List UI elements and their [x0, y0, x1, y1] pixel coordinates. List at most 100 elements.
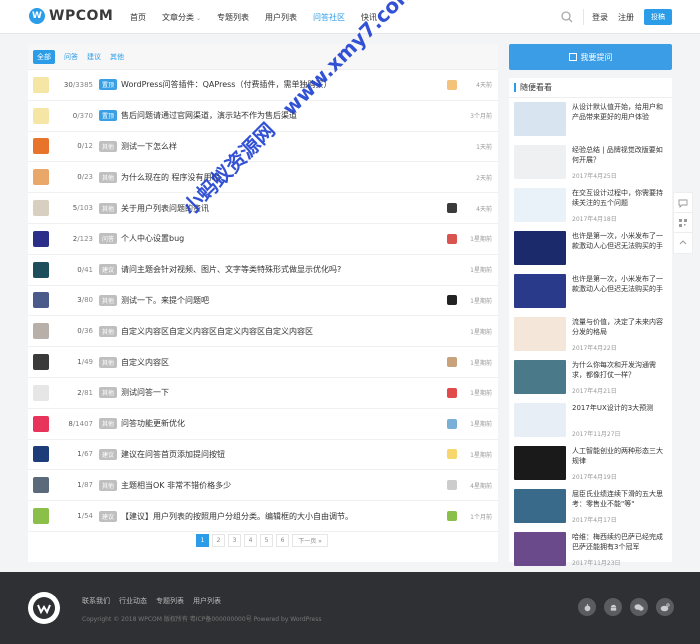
- last-reply-avatar[interactable]: [447, 203, 457, 214]
- question-row[interactable]: 1/49 其他 自定义内容区 1星期前: [28, 347, 498, 378]
- post-thumbnail[interactable]: [514, 446, 566, 480]
- question-title[interactable]: 建议在问答首页添加提问按钮: [121, 449, 225, 460]
- nav-item[interactable]: 用户列表: [265, 12, 297, 23]
- last-reply-avatar[interactable]: [447, 511, 457, 522]
- question-row[interactable]: 0/370 置顶 售后问题请通过官网渠道，演示站不作为售后渠道 3个月前: [28, 101, 498, 132]
- question-row[interactable]: 0/41 建议 请问主题会针对视频、图片、文字等类特殊形式做显示优化吗? 1星期前: [28, 255, 498, 286]
- submit-post-button[interactable]: 投稿: [644, 9, 672, 25]
- category-tag[interactable]: 其他: [99, 140, 118, 152]
- footer-link[interactable]: 联系我们: [82, 596, 110, 606]
- site-logo[interactable]: W WPCOM: [29, 8, 113, 24]
- post-title[interactable]: 在交互设计过程中，你需要持续关注的五个问题: [572, 188, 667, 208]
- qrcode-icon[interactable]: [674, 213, 692, 233]
- side-post-item[interactable]: 也许是第一次，小米发布了一款激动人心但迟无法购买的手机: [509, 270, 672, 313]
- tab[interactable]: 全部: [33, 49, 55, 64]
- category-tag[interactable]: 其他: [99, 171, 118, 183]
- side-post-item[interactable]: 2017年UX设计的3大预测 2017年11月27日: [509, 399, 672, 442]
- question-title[interactable]: 测试一下怎么样: [121, 141, 177, 152]
- ask-question-button[interactable]: 我要提问: [509, 44, 672, 70]
- avatar[interactable]: [33, 446, 49, 463]
- post-title[interactable]: 为什么你每次和开发沟通需求，都像打仗一样？: [572, 360, 667, 380]
- apple-icon[interactable]: [578, 598, 596, 616]
- category-tag[interactable]: 建议: [99, 510, 118, 522]
- next-page-button[interactable]: 下一页 »: [292, 534, 328, 547]
- last-reply-avatar[interactable]: [447, 449, 457, 460]
- nav-item[interactable]: 文章分类 ⌄: [162, 12, 201, 23]
- side-post-item[interactable]: 流量与价值，决定了未来内容分发的格局 2017年4月22日: [509, 313, 672, 356]
- category-tag[interactable]: 其他: [99, 202, 118, 214]
- side-post-item[interactable]: 为什么你每次和开发沟通需求，都像打仗一样？ 2017年4月21日: [509, 356, 672, 399]
- question-row[interactable]: 30/3385 置顶 WordPress问答插件：QAPress（付费插件，需单独购…: [28, 70, 498, 101]
- post-title[interactable]: 屈臣氏业绩连续下滑的五大思考：零售业不能"等": [572, 489, 667, 509]
- question-title[interactable]: 主题相当OK 非常不错价格多少: [121, 480, 231, 491]
- question-title[interactable]: 【建议】用户列表的按照用户分组分类。编辑框的大小自由调节。: [121, 511, 353, 522]
- post-title[interactable]: 2017年UX设计的3大预测: [572, 403, 653, 413]
- question-title[interactable]: 自定义内容区自定义内容区自定义内容区自定义内容区: [121, 326, 313, 337]
- last-reply-avatar[interactable]: [447, 233, 457, 244]
- question-row[interactable]: 1/54 建议 【建议】用户列表的按照用户分组分类。编辑框的大小自由调节。 1个月前: [28, 501, 498, 532]
- question-row[interactable]: 0/36 其他 自定义内容区自定义内容区自定义内容区自定义内容区 1星期前: [28, 316, 498, 348]
- page-number[interactable]: 4: [244, 534, 257, 547]
- last-reply-avatar[interactable]: [447, 79, 457, 90]
- question-title[interactable]: 测试问答一下: [121, 387, 169, 398]
- post-thumbnail[interactable]: [514, 102, 566, 136]
- login-link[interactable]: 登录: [592, 12, 608, 23]
- avatar[interactable]: [33, 323, 49, 340]
- question-title[interactable]: 测试一下。来提个问题吧: [121, 295, 209, 306]
- nav-item[interactable]: 专题列表: [217, 12, 249, 23]
- avatar[interactable]: [33, 138, 49, 155]
- post-title[interactable]: 人工智能创业的两种形态三大规律: [572, 446, 667, 466]
- side-post-item[interactable]: 经验总结 | 品牌视觉改版要如何开展？ 2017年4月25日: [509, 141, 672, 184]
- question-row[interactable]: 2/81 其他 测试问答一下 1星期前: [28, 378, 498, 409]
- post-thumbnail[interactable]: [514, 317, 566, 351]
- question-title[interactable]: 请问主题会针对视频、图片、文字等类特殊形式做显示优化吗?: [121, 264, 341, 275]
- last-reply-avatar[interactable]: [447, 295, 457, 306]
- category-tag[interactable]: 问答: [99, 233, 118, 245]
- search-icon[interactable]: [560, 10, 574, 24]
- avatar[interactable]: [33, 354, 49, 371]
- category-tag[interactable]: 建议: [99, 448, 118, 460]
- tab[interactable]: 其他: [110, 52, 124, 62]
- category-tag[interactable]: 置顶: [99, 79, 118, 91]
- nav-item[interactable]: 首页: [130, 12, 146, 23]
- avatar[interactable]: [33, 200, 49, 217]
- post-thumbnail[interactable]: [514, 145, 566, 179]
- tab[interactable]: 问答: [64, 52, 78, 62]
- footer-link[interactable]: 用户列表: [193, 596, 221, 606]
- category-tag[interactable]: 置顶: [99, 110, 118, 122]
- post-thumbnail[interactable]: [514, 360, 566, 394]
- weibo-icon[interactable]: [656, 598, 674, 616]
- post-title[interactable]: 也许是第一次，小米发布了一款激动人心但迟无法购买的手机: [572, 274, 667, 294]
- question-row[interactable]: 5/103 其他 关于用户列表问题的资讯 4天前: [28, 193, 498, 224]
- post-thumbnail[interactable]: [514, 231, 566, 265]
- last-reply-avatar[interactable]: [447, 418, 457, 429]
- avatar[interactable]: [33, 415, 49, 432]
- question-row[interactable]: 8/1407 其他 问答功能更新优化 1星期前: [28, 409, 498, 440]
- post-title[interactable]: 哈维：梅西续约巴萨已经完成 巴萨还能拥有3个冠军: [572, 532, 667, 552]
- back-to-top-icon[interactable]: [674, 233, 692, 253]
- nav-item[interactable]: 问答社区: [313, 12, 345, 23]
- category-tag[interactable]: 其他: [99, 294, 118, 306]
- nav-item[interactable]: 快讯: [361, 12, 377, 23]
- question-title[interactable]: 售后问题请通过官网渠道，演示站不作为售后渠道: [121, 110, 297, 121]
- last-reply-avatar[interactable]: [447, 480, 457, 491]
- avatar[interactable]: [33, 477, 49, 494]
- comment-icon[interactable]: [674, 193, 692, 213]
- question-row[interactable]: 1/67 建议 建议在问答首页添加提问按钮 1星期前: [28, 440, 498, 471]
- question-title[interactable]: 关于用户列表问题的资讯: [121, 203, 209, 214]
- post-title[interactable]: 从设计默认值开始，给用户和产品带来更好的用户体验: [572, 102, 667, 122]
- post-thumbnail[interactable]: [514, 532, 566, 566]
- side-post-item[interactable]: 从设计默认值开始，给用户和产品带来更好的用户体验: [509, 98, 672, 141]
- avatar[interactable]: [33, 169, 49, 186]
- category-tag[interactable]: 其他: [99, 479, 118, 491]
- category-tag[interactable]: 其他: [99, 356, 118, 368]
- android-icon[interactable]: [604, 598, 622, 616]
- avatar[interactable]: [33, 508, 49, 525]
- side-post-item[interactable]: 人工智能创业的两种形态三大规律 2017年4月19日: [509, 442, 672, 485]
- post-title[interactable]: 也许是第一次，小米发布了一款激动人心但迟无法购买的手机: [572, 231, 667, 251]
- question-title[interactable]: 自定义内容区: [121, 357, 169, 368]
- post-thumbnail[interactable]: [514, 274, 566, 308]
- question-title[interactable]: 为什么现在的 程序没有用呢: [121, 172, 220, 183]
- page-number[interactable]: 2: [212, 534, 225, 547]
- post-title[interactable]: 经验总结 | 品牌视觉改版要如何开展？: [572, 145, 667, 165]
